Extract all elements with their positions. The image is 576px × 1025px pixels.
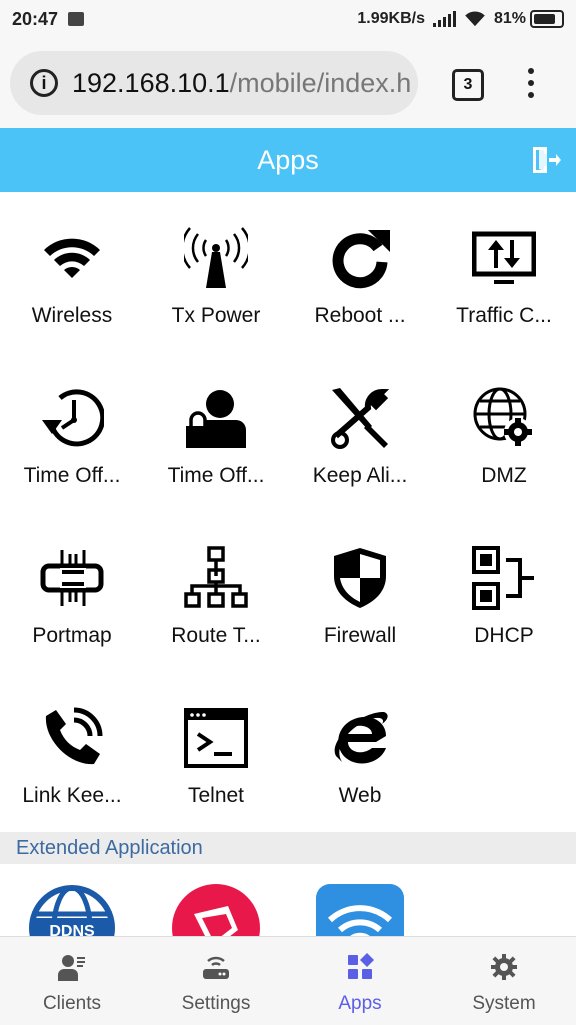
nav-label: Settings [181, 993, 251, 1014]
battery-icon [530, 10, 564, 28]
ddns-icon[interactable]: DDNS [28, 884, 116, 936]
nav-settings[interactable]: Settings [144, 937, 288, 1025]
app-label: Time Off... [23, 464, 121, 487]
browser-toolbar: i 192.168.10.1/mobile/index.h 3 [0, 38, 576, 128]
battery-indicator: 81% [494, 10, 564, 28]
wifi-status-icon [465, 11, 485, 27]
app-label: Firewall [323, 624, 397, 647]
router-icon [203, 956, 229, 979]
status-bar: 20:47 1.99KB/s 81% [0, 0, 576, 38]
tab-switcher-button[interactable]: 3 [452, 69, 484, 101]
shield-icon [334, 548, 386, 608]
app-dmz[interactable]: DMZ [432, 352, 576, 512]
app-label: Keep Ali... [312, 464, 408, 487]
nav-label: Clients [42, 993, 102, 1014]
reboot-icon [332, 230, 390, 289]
more-menu-icon[interactable] [527, 68, 535, 98]
nav-clients[interactable]: Clients [0, 937, 144, 1025]
app-label: Telnet [187, 784, 245, 807]
info-icon[interactable]: i [30, 69, 58, 97]
url-host: 192.168.10.1 [72, 67, 230, 98]
bottom-navigation: Clients Settings Apps System [0, 936, 576, 1025]
message-icon [68, 12, 85, 26]
app-traffic[interactable]: Traffic C... [432, 192, 576, 352]
app-link-keep[interactable]: Link Kee... [0, 672, 144, 832]
nav-label: System [472, 993, 536, 1014]
extended-section-title: Extended Application [0, 832, 576, 864]
svg-text:DDNS: DDNS [49, 923, 95, 936]
traffic-icon [472, 231, 536, 284]
antenna-icon [184, 227, 248, 288]
app-telnet[interactable]: Telnet [144, 672, 288, 832]
app-time-off-2[interactable]: Time Off... [144, 352, 288, 512]
phone-icon [45, 707, 103, 765]
app-label: Portmap [32, 624, 112, 647]
app-tx-power[interactable]: Tx Power [144, 192, 288, 352]
app-time-off-1[interactable]: Time Off... [0, 352, 144, 512]
app-label: DHCP [474, 624, 534, 647]
apps-icon [348, 953, 374, 979]
app-label: Link Kee... [22, 784, 122, 807]
app-wireless[interactable]: Wireless [0, 192, 144, 352]
app-label: DMZ [481, 464, 527, 487]
portmap-icon [40, 550, 104, 606]
app-portmap[interactable]: Portmap [0, 512, 144, 672]
app-label: Time Off... [167, 464, 265, 487]
tools-icon [331, 388, 390, 449]
nav-system[interactable]: System [432, 937, 576, 1025]
app-label: Route T... [171, 624, 261, 647]
user-lock-icon [186, 390, 246, 448]
nav-apps[interactable]: Apps [288, 937, 432, 1025]
app-label: Reboot ... [314, 304, 406, 327]
page-title: Apps [257, 144, 319, 175]
page-header: Apps [0, 128, 576, 192]
url-text[interactable]: 192.168.10.1/mobile/index.h [72, 68, 411, 99]
ie-icon [334, 712, 388, 764]
url-path: /mobile/index.h [229, 67, 412, 98]
clients-icon [58, 955, 85, 981]
network-speed: 1.99KB/s [357, 10, 425, 27]
route-tree-icon [184, 546, 248, 608]
app-web[interactable]: Web [288, 672, 432, 832]
app-label: Traffic C... [456, 304, 552, 327]
app-label: Tx Power [171, 304, 261, 327]
extended-apps-row: DDNS [0, 864, 576, 936]
wifi-app-icon[interactable] [316, 884, 404, 936]
app-label: Wireless [31, 304, 113, 327]
clock-reverse-icon [42, 389, 104, 447]
battery-percent: 81% [493, 10, 526, 27]
nav-label: Apps [338, 993, 382, 1014]
globe-gear-icon [473, 387, 532, 446]
dhcp-icon [472, 546, 534, 610]
app-firewall[interactable]: Firewall [288, 512, 432, 672]
red-app-icon[interactable] [172, 884, 260, 936]
terminal-icon [184, 708, 248, 768]
app-label: Web [338, 784, 382, 807]
app-reboot[interactable]: Reboot ... [288, 192, 432, 352]
wifi-icon [44, 238, 100, 278]
logout-icon[interactable] [530, 144, 562, 176]
signal-icon [432, 11, 456, 27]
tab-count: 3 [463, 76, 473, 93]
address-bar[interactable]: i 192.168.10.1/mobile/index.h [10, 51, 418, 115]
app-keep-alive[interactable]: Keep Ali... [288, 352, 432, 512]
gear-icon [491, 954, 517, 980]
status-time: 20:47 [12, 8, 59, 29]
app-dhcp[interactable]: DHCP [432, 512, 576, 672]
app-route-table[interactable]: Route T... [144, 512, 288, 672]
